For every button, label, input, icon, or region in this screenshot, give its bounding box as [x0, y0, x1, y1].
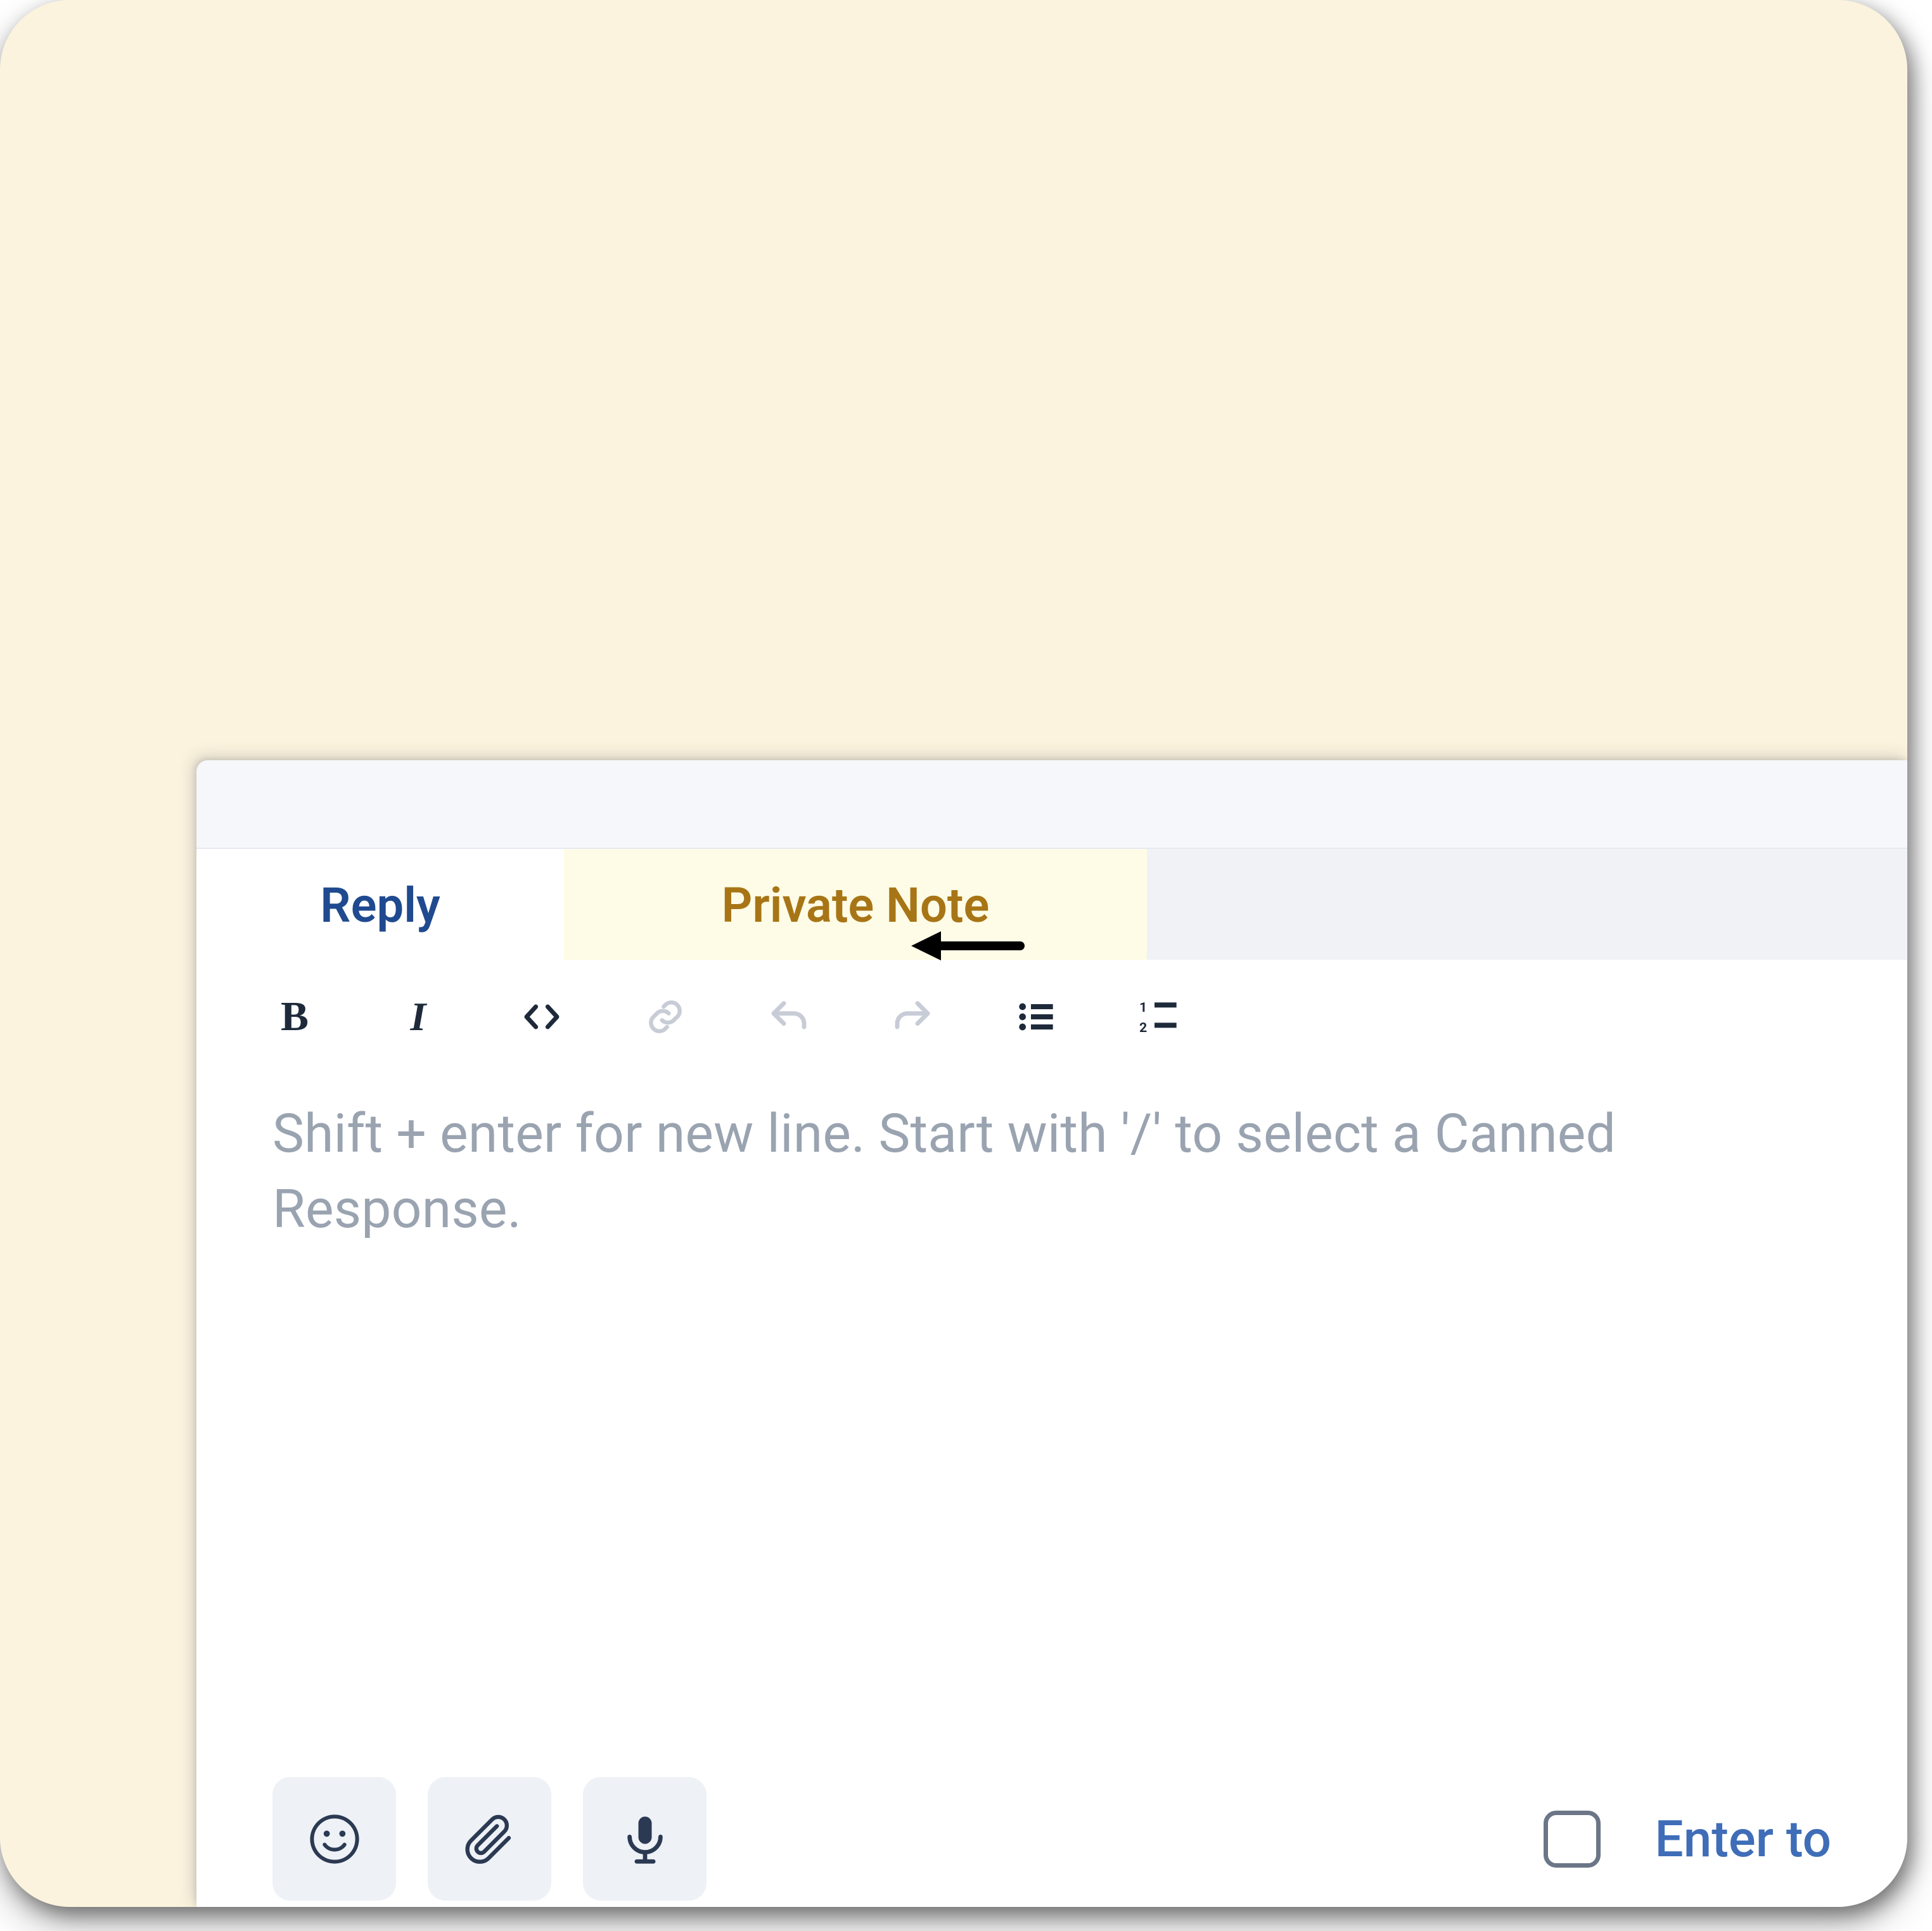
link-icon — [645, 997, 686, 1037]
tab-reply[interactable]: Reply — [196, 849, 564, 960]
tab-private-note[interactable]: Private Note — [564, 849, 1147, 960]
audio-button[interactable] — [583, 1777, 707, 1901]
tab-reply-label: Reply — [320, 881, 440, 929]
undo-button[interactable] — [767, 995, 811, 1039]
tab-private-note-label: Private Note — [722, 881, 990, 929]
panel-header-strip — [196, 760, 1907, 849]
emoji-button[interactable] — [272, 1777, 396, 1901]
code-icon — [521, 997, 562, 1037]
italic-icon: I — [411, 993, 426, 1040]
bulleted-list-button[interactable] — [1014, 995, 1058, 1039]
bulleted-list-icon — [1016, 997, 1056, 1037]
redo-icon — [892, 997, 933, 1037]
redo-button[interactable] — [890, 995, 935, 1039]
formatting-toolbar: B I — [196, 960, 1907, 1064]
link-button[interactable] — [643, 995, 688, 1039]
bold-icon: B — [281, 993, 309, 1041]
code-button[interactable] — [520, 995, 564, 1039]
canvas: Reply Private Note B I — [0, 0, 1932, 1931]
emoji-icon — [306, 1811, 363, 1868]
numbered-list-button[interactable]: 1 2 — [1137, 995, 1182, 1039]
compose-placeholder: Shift + enter for new line. Start with '… — [272, 1096, 1831, 1247]
message-editor-panel: Reply Private Note B I — [196, 760, 1907, 1907]
svg-text:2: 2 — [1139, 1020, 1147, 1036]
paperclip-icon — [461, 1811, 518, 1868]
italic-button[interactable]: I — [396, 995, 440, 1039]
send-on-enter-label: Enter to — [1655, 1809, 1832, 1869]
svg-text:1: 1 — [1139, 1000, 1147, 1016]
send-on-enter-checkbox[interactable] — [1544, 1811, 1601, 1868]
bottom-action-row: Enter to — [196, 1758, 1907, 1907]
microphone-icon — [617, 1811, 674, 1868]
tab-row: Reply Private Note — [196, 849, 1907, 960]
numbered-list-icon: 1 2 — [1139, 997, 1180, 1037]
undo-icon — [769, 997, 809, 1037]
bold-button[interactable]: B — [272, 995, 317, 1039]
background-card: Reply Private Note B I — [0, 0, 1907, 1907]
attachment-button[interactable] — [428, 1777, 551, 1901]
compose-textarea[interactable]: Shift + enter for new line. Start with '… — [196, 1064, 1907, 1758]
